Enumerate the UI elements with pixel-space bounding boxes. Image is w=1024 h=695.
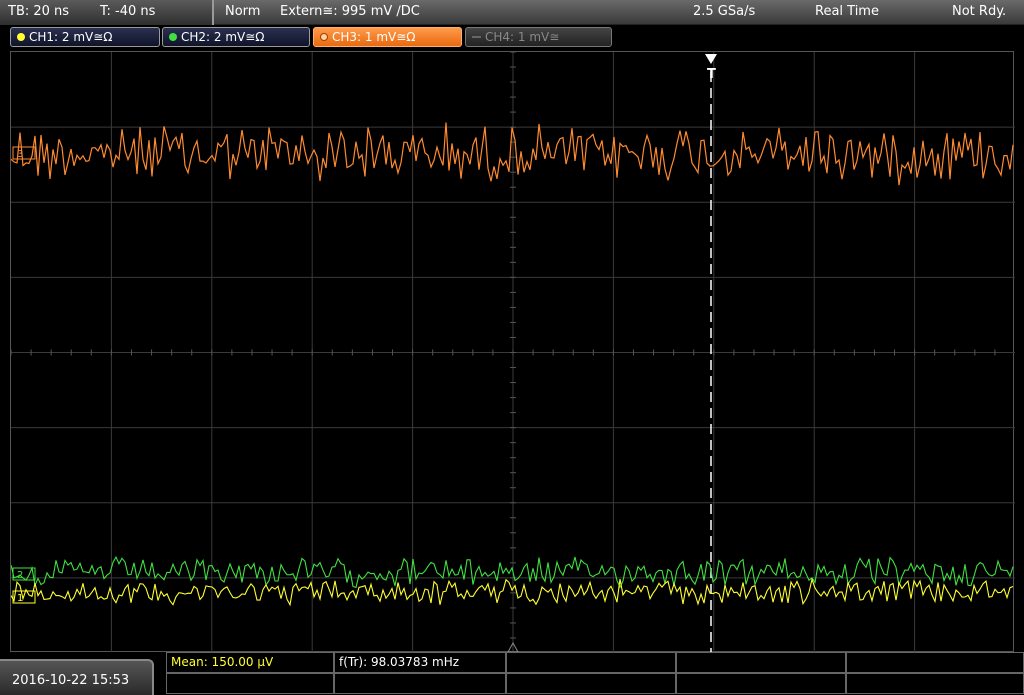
channel-1-button[interactable]: CH1: 2 mV≅Ω [10, 27, 160, 47]
mean-measurement[interactable]: Mean: 150.00 µV [166, 652, 334, 673]
channel-3-button[interactable]: CH3: 1 mV≅Ω [313, 27, 462, 47]
timebase-box[interactable]: TB: 20 ns T: -40 ns [0, 0, 214, 25]
ch4-label: CH4: 1 mV≅ [485, 30, 560, 44]
channel-bar: CH1: 2 mV≅Ω CH2: 2 mV≅Ω CH3: 1 mV≅Ω CH4:… [0, 25, 1024, 49]
ch2-marker-label: 2 [17, 570, 23, 581]
measurement-slot-3[interactable] [506, 652, 676, 673]
waveform-canvas[interactable]: T 3 2 1 [11, 52, 1015, 653]
channel-4-button[interactable]: CH4: 1 mV≅ [465, 27, 612, 47]
channel-2-button[interactable]: CH2: 2 mV≅Ω [162, 27, 310, 47]
ch3-dot-icon [320, 33, 328, 41]
acquisition-mode[interactable]: Real Time [815, 4, 879, 19]
measurement-slot-4[interactable] [676, 652, 846, 673]
sample-rate[interactable]: 2.5 GSa/s [693, 4, 755, 19]
measurement-slot-8[interactable] [506, 673, 676, 694]
ch3-label: CH3: 1 mV≅Ω [332, 30, 416, 44]
timebase-readout[interactable]: TB: 20 ns [8, 4, 69, 19]
waveform-display[interactable]: T 3 2 1 [10, 51, 1015, 653]
measurement-slot-10[interactable] [846, 673, 1024, 694]
measurement-bar: 2016-10-22 15:53 Mean: 150.00 µV f(Tr): … [0, 652, 1024, 695]
frequency-measurement[interactable]: f(Tr): 98.03783 mHz [334, 652, 506, 673]
ch3-trace [11, 122, 1014, 186]
trigger-time-readout[interactable]: T: -40 ns [100, 4, 155, 19]
ch1-dot-icon [17, 33, 25, 41]
ch2-label: CH2: 2 mV≅Ω [181, 30, 265, 44]
ch2-trace [11, 555, 1014, 589]
ch2-dot-icon [169, 33, 177, 41]
measurement-slot-9[interactable] [676, 673, 846, 694]
measurement-slot-7[interactable] [334, 673, 506, 694]
trigger-source[interactable]: Extern≅: 995 mV ∕DC [280, 4, 420, 19]
ch1-marker-label: 1 [17, 593, 23, 604]
ch1-trace [11, 577, 1014, 607]
ch4-off-icon [472, 36, 481, 38]
measurement-slot-5[interactable] [846, 652, 1024, 673]
ch1-label: CH1: 2 mV≅Ω [29, 30, 113, 44]
status-bar: TB: 20 ns T: -40 ns Norm Extern≅: 995 mV… [0, 0, 1024, 25]
trigger-marker-label: T [707, 67, 716, 82]
date-time: 2016-10-22 15:53 [0, 659, 154, 695]
trigger-status: Not Rdy. [952, 4, 1007, 19]
trigger-mode[interactable]: Norm [225, 4, 260, 19]
trigger-marker-icon [705, 54, 717, 64]
ch3-marker-label: 3 [17, 149, 23, 160]
measurement-slot-6[interactable] [166, 673, 334, 694]
